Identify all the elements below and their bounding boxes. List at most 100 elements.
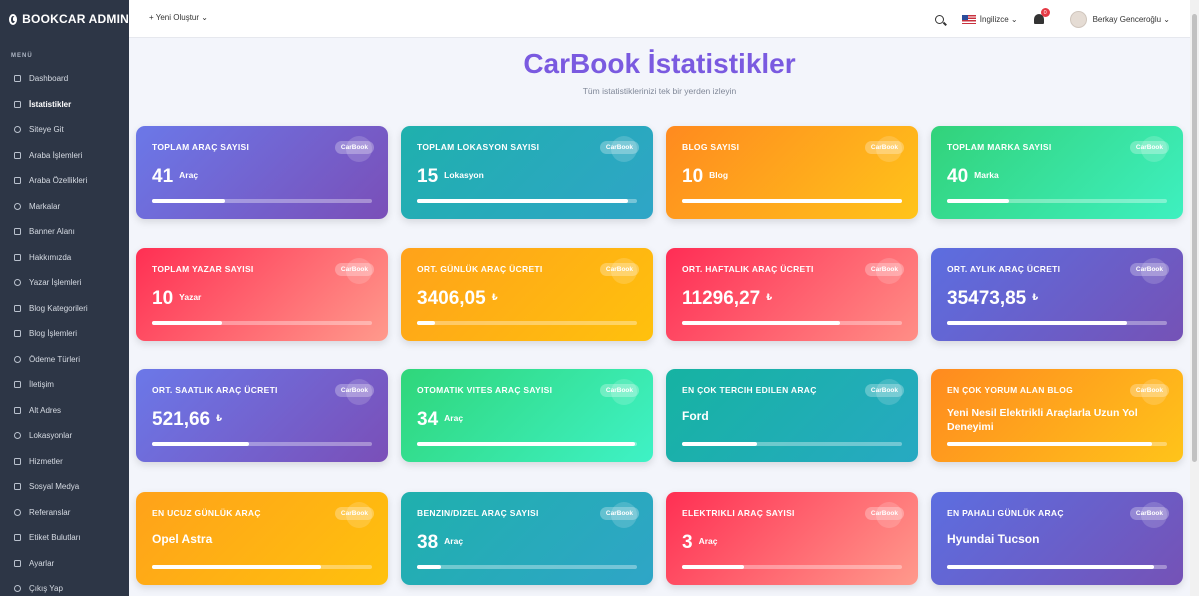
sidebar-item[interactable]: Blog Kategorileri	[0, 296, 129, 322]
card-progress-fill	[682, 321, 841, 325]
us-flag-icon	[961, 14, 976, 24]
card-value: 521,66 ₺	[152, 409, 222, 431]
sidebar-item[interactable]: Dashboard	[0, 66, 129, 92]
sidebar-item[interactable]: Markalar	[0, 194, 129, 220]
page-scrollbar[interactable]	[1190, 0, 1199, 596]
sidebar-item[interactable]: Hakkımızda	[0, 245, 129, 271]
card-progress-fill	[152, 565, 322, 569]
card-value: 34 Araç	[417, 409, 463, 431]
card-progress-fill	[682, 565, 744, 569]
stat-card[interactable]: ORT. SAATLIK ARAÇ ÜCRETI CarBook 521,66 ₺	[136, 369, 388, 462]
sidebar-item[interactable]: Araba İşlemleri	[0, 143, 129, 169]
stat-card[interactable]: EN PAHALI GÜNLÜK ARAÇ CarBook Hyundai Tucs…	[931, 492, 1183, 585]
card-value-unit: ₺	[491, 292, 498, 302]
card-badge: CarBook	[599, 384, 639, 397]
sidebar-item-label: Alt Adres	[29, 405, 62, 415]
search-icon[interactable]	[934, 14, 944, 24]
card-badge: CarBook	[864, 507, 904, 520]
card-progress-fill	[947, 442, 1152, 446]
user-menu[interactable]: Berkay Genceroğlu ⌄	[1069, 10, 1170, 28]
card-title: EN UCUZ GÜNLÜK ARAÇ	[152, 508, 261, 518]
stat-card[interactable]: TOPLAM MARKA SAYISI CarBook 40 Marka	[931, 126, 1183, 219]
card-badge: CarBook	[1129, 384, 1169, 397]
card-progress-bar	[417, 442, 637, 446]
sidebar-item[interactable]: Hizmetler	[0, 449, 129, 475]
sidebar-item[interactable]: Yazar İşlemleri	[0, 270, 129, 296]
sidebar-item[interactable]: İstatistikler	[0, 92, 129, 118]
card-badge: CarBook	[864, 263, 904, 276]
sidebar-item[interactable]: Ayarlar	[0, 551, 129, 577]
sidebar-item[interactable]: Etiket Bulutları	[0, 525, 129, 551]
card-progress-bar	[947, 199, 1167, 203]
card-value-number: 3	[682, 532, 693, 553]
card-title: TOPLAM LOKASYON SAYISI	[417, 142, 540, 152]
card-value-unit: Marka	[974, 170, 999, 180]
sidebar-item[interactable]: Banner Alanı	[0, 219, 129, 245]
dashboard-icon	[14, 75, 21, 83]
stat-card[interactable]: ORT. GÜNLÜK ARAÇ ÜCRETI CarBook 3406,05 ₺	[401, 248, 653, 341]
card-progress-fill	[152, 321, 223, 325]
card-title: TOPLAM YAZAR SAYISI	[152, 264, 254, 274]
stat-card[interactable]: EN UCUZ GÜNLÜK ARAÇ CarBook Opel Astra	[136, 492, 388, 585]
card-badge: CarBook	[334, 384, 374, 397]
sidebar-item-label: Siteye Git	[29, 125, 64, 135]
sidebar-item[interactable]: Alt Adres	[0, 398, 129, 424]
card-value-number: 10	[152, 288, 174, 309]
sidebar-item[interactable]: İletişim	[0, 372, 129, 398]
sidebar-item[interactable]: Sosyal Medya	[0, 474, 129, 500]
stat-card[interactable]: BLOG SAYISI CarBook 10 Blog	[666, 126, 918, 219]
stat-card[interactable]: TOPLAM ARAÇ SAYISI CarBook 41 Araç	[136, 126, 388, 219]
card-progress-fill	[417, 321, 435, 325]
card-badge: CarBook	[599, 141, 639, 154]
sidebar-item[interactable]: Referanslar	[0, 500, 129, 526]
card-value: 3406,05 ₺	[417, 288, 498, 310]
sidebar-item-label: Hizmetler	[29, 456, 63, 466]
stat-card[interactable]: TOPLAM LOKASYON SAYISI CarBook 15 Lokasyon	[401, 126, 653, 219]
sidebar-item[interactable]: Ödeme Türleri	[0, 347, 129, 373]
scrollbar-thumb[interactable]	[1192, 14, 1197, 462]
sidebar-item[interactable]: Lokasyonlar	[0, 423, 129, 449]
sidebar-item[interactable]: Araba Özellikleri	[0, 168, 129, 194]
address-icon	[14, 406, 21, 414]
card-badge: CarBook	[334, 507, 374, 520]
card-progress-bar	[682, 321, 902, 325]
sidebar-item-label: Yazar İşlemleri	[29, 278, 82, 288]
card-progress-bar	[152, 565, 372, 569]
sidebar-item[interactable]: Çıkış Yap	[0, 576, 129, 596]
card-badge: CarBook	[334, 141, 374, 154]
card-value-number: 521,66	[152, 409, 211, 430]
sidebar-item-label: Lokasyonlar	[29, 431, 73, 441]
brand[interactable]: BOOKCAR ADMIN	[0, 0, 129, 38]
stat-card[interactable]: ORT. HAFTALIK ARAÇ ÜCRETI CarBook 11296,27…	[666, 248, 918, 341]
stat-card[interactable]: TOPLAM YAZAR SAYISI CarBook 10 Yazar	[136, 248, 388, 341]
card-value-unit: Araç	[179, 170, 199, 180]
sidebar-item-label: Etiket Bulutları	[29, 533, 81, 543]
stat-card[interactable]: ELEKTRIKLI ARAÇ SAYISI CarBook 3 Araç	[666, 492, 918, 585]
card-value-number: 40	[947, 166, 969, 187]
card-progress-bar	[417, 199, 637, 203]
card-progress-fill	[947, 321, 1128, 325]
stat-card[interactable]: EN ÇOK YORUM ALAN BLOG CarBook Yeni Nesil …	[931, 369, 1183, 462]
card-text: Ford	[682, 409, 709, 423]
notification-bell-icon[interactable]: 0	[1033, 8, 1050, 24]
create-new-dropdown[interactable]: + Yeni Oluştur ⌄	[149, 13, 208, 22]
tag-icon	[14, 304, 21, 312]
sidebar-item[interactable]: Siteye Git	[0, 117, 129, 143]
card-title: ORT. GÜNLÜK ARAÇ ÜCRETI	[417, 264, 543, 274]
card-title: ORT. SAATLIK ARAÇ ÜCRETI	[152, 385, 278, 395]
card-value: 11296,27 ₺	[682, 288, 772, 310]
sidebar-item[interactable]: Blog İşlemleri	[0, 321, 129, 347]
card-text: Opel Astra	[152, 532, 213, 546]
language-selector[interactable]: İngilizce ⌄	[961, 14, 1018, 24]
location-icon	[14, 432, 21, 440]
stat-card[interactable]: ORT. AYLIK ARAÇ ÜCRETI CarBook 35473,85 ₺	[931, 248, 1183, 341]
stat-card[interactable]: BENZIN/DIZEL ARAÇ SAYISI CarBook 38 Araç	[401, 492, 653, 585]
card-progress-bar	[682, 442, 902, 446]
card-value-number: 3406,05	[417, 288, 486, 309]
menu-section-title: MENÜ	[11, 53, 33, 59]
stat-card[interactable]: OTOMATIK VITES ARAÇ SAYISI CarBook 34 Araç	[401, 369, 653, 462]
card-value-unit: Blog	[709, 170, 729, 180]
card-value-number: 38	[417, 532, 439, 553]
stat-card[interactable]: EN ÇOK TERCIH EDILEN ARAÇ CarBook Ford	[666, 369, 918, 462]
sidebar-item-label: Çıkış Yap	[29, 584, 63, 594]
